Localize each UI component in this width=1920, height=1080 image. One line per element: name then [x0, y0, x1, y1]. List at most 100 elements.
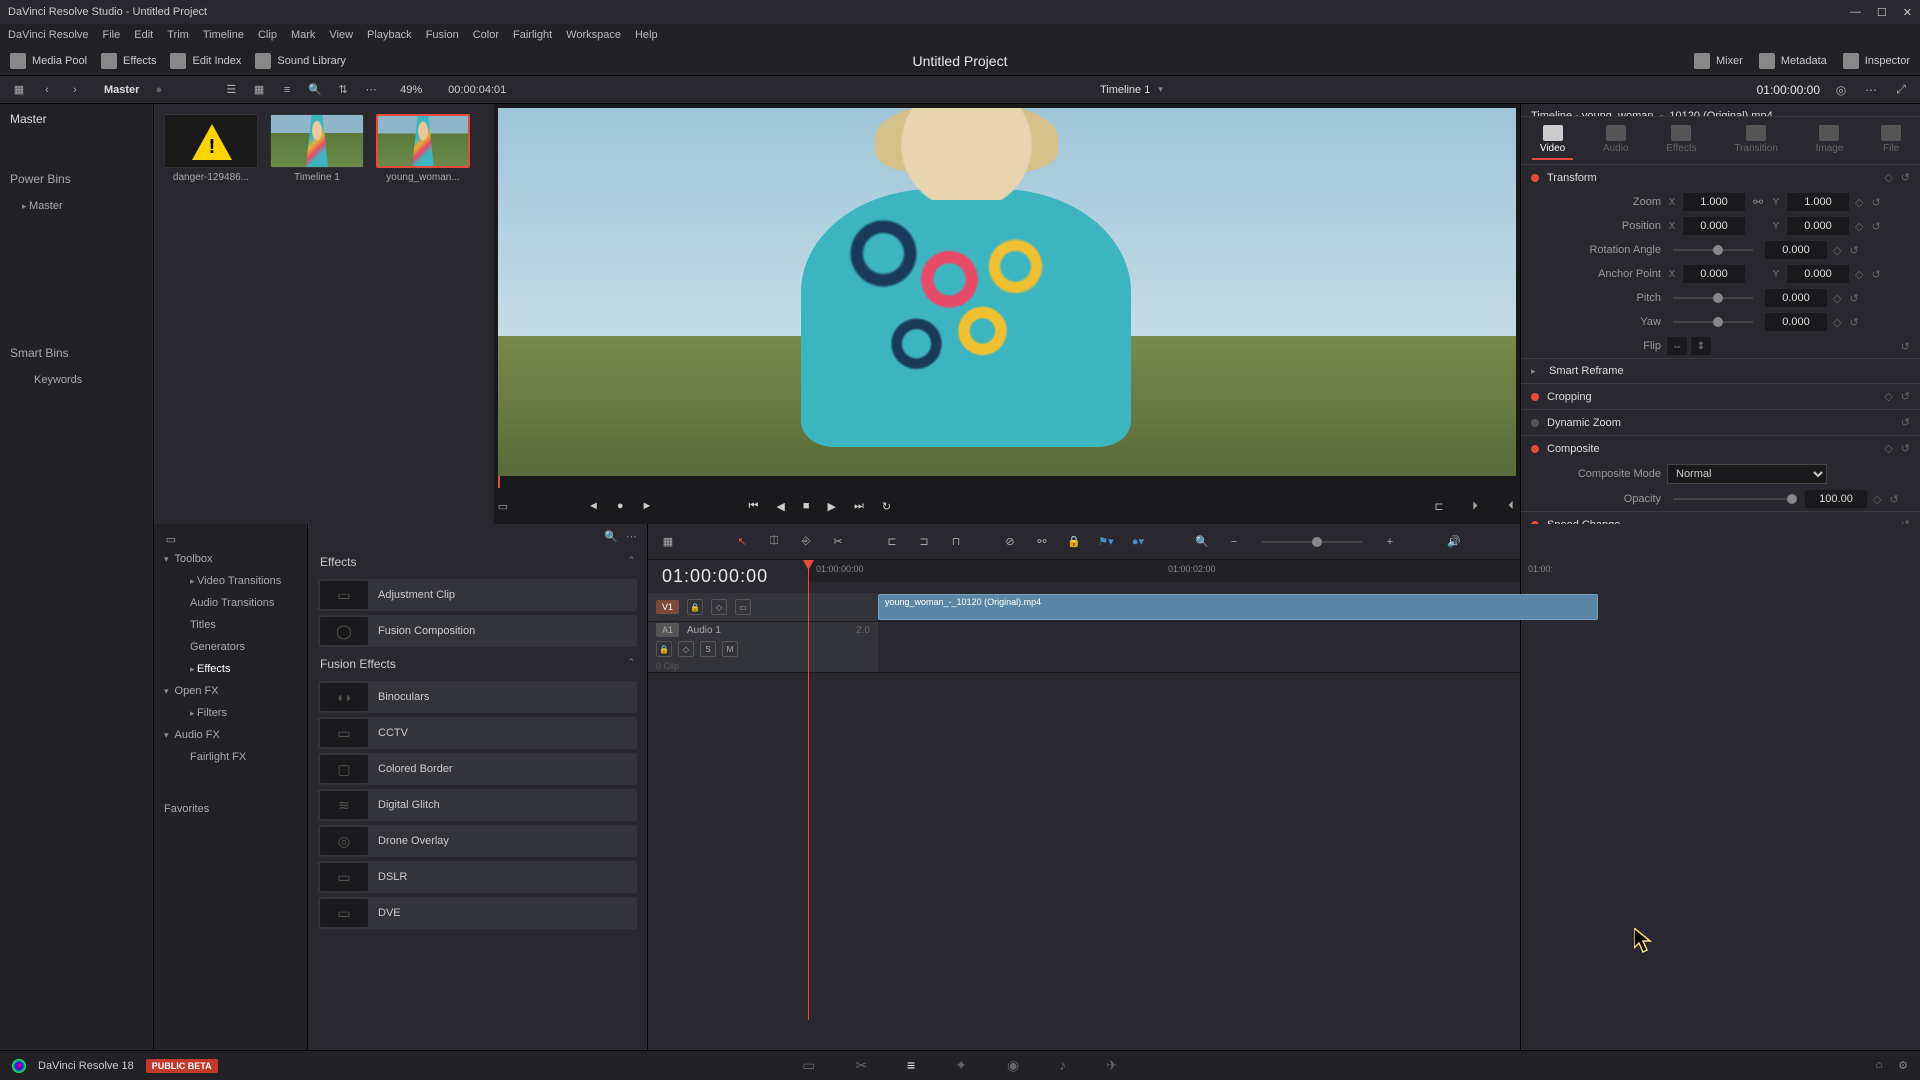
menu-view[interactable]: View	[329, 29, 353, 41]
menu-fairlight[interactable]: Fairlight	[513, 29, 552, 41]
expand-viewer-icon[interactable]: ⤢	[1892, 81, 1910, 99]
keyframe-icon[interactable]: ◇	[1833, 292, 1841, 305]
fx-cctv[interactable]: ▭CCTV	[318, 717, 637, 749]
lock-toggle[interactable]: 🔒	[1064, 535, 1084, 548]
reset-icon[interactable]: ↺	[1901, 390, 1910, 403]
next-edit-icon[interactable]: ►	[642, 500, 653, 512]
pitch-slider[interactable]	[1673, 297, 1753, 299]
insert-icon[interactable]: ⏵	[1466, 497, 1484, 515]
video-track-content[interactable]: young_woman_-_10120 (Original).mp4	[878, 593, 1520, 621]
view-metadata-icon[interactable]: ☰	[222, 81, 240, 99]
reset-icon[interactable]: ↺	[1871, 268, 1880, 281]
track-solo-icon[interactable]: S	[700, 641, 716, 657]
fairlightfx-node[interactable]: Fairlight FX	[154, 746, 307, 768]
fx-search-icon[interactable]: 🔍	[604, 530, 618, 543]
fx-adjustment-clip[interactable]: ▭Adjustment Clip	[318, 579, 637, 611]
keyframe-icon[interactable]: ◇	[1884, 442, 1892, 455]
keyframe-icon[interactable]: ◇	[1855, 268, 1863, 281]
openfx-node[interactable]: ▾Open FX	[154, 680, 307, 702]
snap-toggle[interactable]: ⊘	[1000, 535, 1020, 548]
timeline-timecode[interactable]: 01:00:00:00	[648, 560, 788, 593]
track-arm-icon[interactable]: ◇	[678, 641, 694, 657]
titles-node[interactable]: Titles	[154, 614, 307, 636]
track-lock-icon[interactable]: 🔒	[656, 641, 672, 657]
stop-icon[interactable]: ■	[803, 500, 810, 512]
smart-bins-header[interactable]: Smart Bins	[0, 338, 153, 368]
keyframe-icon[interactable]: ◇	[1884, 390, 1892, 403]
nav-fwd-icon[interactable]: ›	[66, 81, 84, 99]
enable-dot-icon[interactable]	[1531, 419, 1539, 427]
close-button[interactable]: ✕	[1903, 6, 1912, 19]
menu-edit[interactable]: Edit	[134, 29, 153, 41]
menu-mark[interactable]: Mark	[291, 29, 315, 41]
reset-icon[interactable]: ↺	[1871, 196, 1880, 209]
pos-x-input[interactable]	[1683, 217, 1745, 235]
inspector-toggle[interactable]: Inspector	[1843, 53, 1910, 69]
loop-icon[interactable]: ↻	[882, 500, 891, 513]
fx-category-effects[interactable]: Effects⌃	[308, 549, 647, 575]
menu-playback[interactable]: Playback	[367, 29, 412, 41]
timeline-ruler[interactable]: 01:00:00:00 01:00:02:00 01:00:	[808, 560, 1520, 582]
generators-node[interactable]: Generators	[154, 636, 307, 658]
fx-category-fusion-effects[interactable]: Fusion Effects⌃	[308, 651, 647, 677]
playhead[interactable]	[808, 560, 809, 1020]
play-reverse-icon[interactable]: ●	[617, 500, 624, 512]
enable-dot-icon[interactable]	[1531, 393, 1539, 401]
flip-h-button[interactable]: ⇔	[1667, 337, 1687, 355]
tab-audio[interactable]: Audio	[1595, 121, 1637, 160]
zoom-tool-icon[interactable]: 🔍	[1192, 535, 1212, 548]
video-clip[interactable]: young_woman_-_10120 (Original).mp4	[878, 594, 1598, 620]
fx-fusion-composition[interactable]: ◯Fusion Composition	[318, 615, 637, 647]
last-frame-icon[interactable]: ⏭	[854, 500, 864, 513]
blade-tool[interactable]: ✂	[828, 535, 848, 548]
page-deliver[interactable]: ✈	[1106, 1057, 1118, 1074]
enable-dot-icon[interactable]	[1531, 445, 1539, 453]
bin-name[interactable]: Master	[104, 84, 139, 96]
step-back-icon[interactable]: ◀	[776, 500, 784, 513]
fx-digital-glitch[interactable]: ≋Digital Glitch	[318, 789, 637, 821]
bin-nav-icon[interactable]: ▦	[10, 81, 28, 99]
options-icon[interactable]: ⋯	[362, 81, 380, 99]
edit-index-toggle[interactable]: Edit Index	[170, 53, 241, 69]
media-clip-danger[interactable]: danger-129486...	[164, 114, 258, 183]
audio-track-header[interactable]: A1 Audio 1 2.0 🔒 ◇ S M 0 Clip	[648, 622, 878, 672]
insert-clip-tool[interactable]: ⊏	[882, 535, 902, 548]
reset-icon[interactable]: ↺	[1849, 316, 1858, 329]
effects-toggle[interactable]: Effects	[101, 53, 156, 69]
toolbox-node[interactable]: ▾Toolbox	[154, 548, 307, 570]
reset-icon[interactable]: ↺	[1889, 493, 1898, 506]
menu-timeline[interactable]: Timeline	[203, 29, 244, 41]
reset-icon[interactable]: ↺	[1849, 244, 1858, 257]
power-bins-header[interactable]: Power Bins	[0, 164, 153, 194]
search-icon[interactable]: 🔍	[306, 81, 324, 99]
menu-help[interactable]: Help	[635, 29, 658, 41]
anchor-x-input[interactable]	[1683, 265, 1745, 283]
audiofx-node[interactable]: ▾Audio FX	[154, 724, 307, 746]
fx-colored-border[interactable]: ▢Colored Border	[318, 753, 637, 785]
menu-trim[interactable]: Trim	[167, 29, 189, 41]
view-list-icon[interactable]: ≡	[278, 81, 296, 99]
viewer-scrubber[interactable]	[498, 476, 1516, 488]
tab-video[interactable]: Video	[1532, 121, 1573, 160]
reset-icon[interactable]: ↺	[1871, 220, 1880, 233]
effects-node[interactable]: ▸ Effects	[154, 658, 307, 680]
master-bin[interactable]: Master	[0, 104, 153, 134]
link-icon[interactable]: ⚯	[1751, 195, 1765, 209]
smart-bin-keywords[interactable]: Keywords	[0, 368, 153, 392]
reset-icon[interactable]: ↺	[1849, 292, 1858, 305]
video-transitions-node[interactable]: ▸ Video Transitions	[154, 570, 307, 592]
sound-library-toggle[interactable]: Sound Library	[255, 53, 346, 69]
mixer-toggle[interactable]: Mixer	[1694, 53, 1743, 69]
reset-icon[interactable]: ↺	[1901, 340, 1910, 353]
zoom-in-icon[interactable]: +	[1380, 536, 1400, 548]
minimize-button[interactable]: —	[1850, 6, 1861, 19]
section-smart-reframe[interactable]: ▸Smart Reframe	[1521, 359, 1920, 383]
track-lock-icon[interactable]: 🔒	[687, 599, 703, 615]
marker-tool[interactable]: ●▾	[1128, 535, 1148, 548]
video-track-header[interactable]: V1 🔒 ◇ ▭	[648, 593, 878, 621]
fx-binoculars[interactable]: ◖◗Binoculars	[318, 681, 637, 713]
maximize-button[interactable]: ☐	[1877, 6, 1887, 19]
section-dynamic-zoom[interactable]: Dynamic Zoom↺	[1521, 410, 1920, 435]
flip-v-button[interactable]: ⇕	[1691, 337, 1711, 355]
menu-color[interactable]: Color	[473, 29, 499, 41]
